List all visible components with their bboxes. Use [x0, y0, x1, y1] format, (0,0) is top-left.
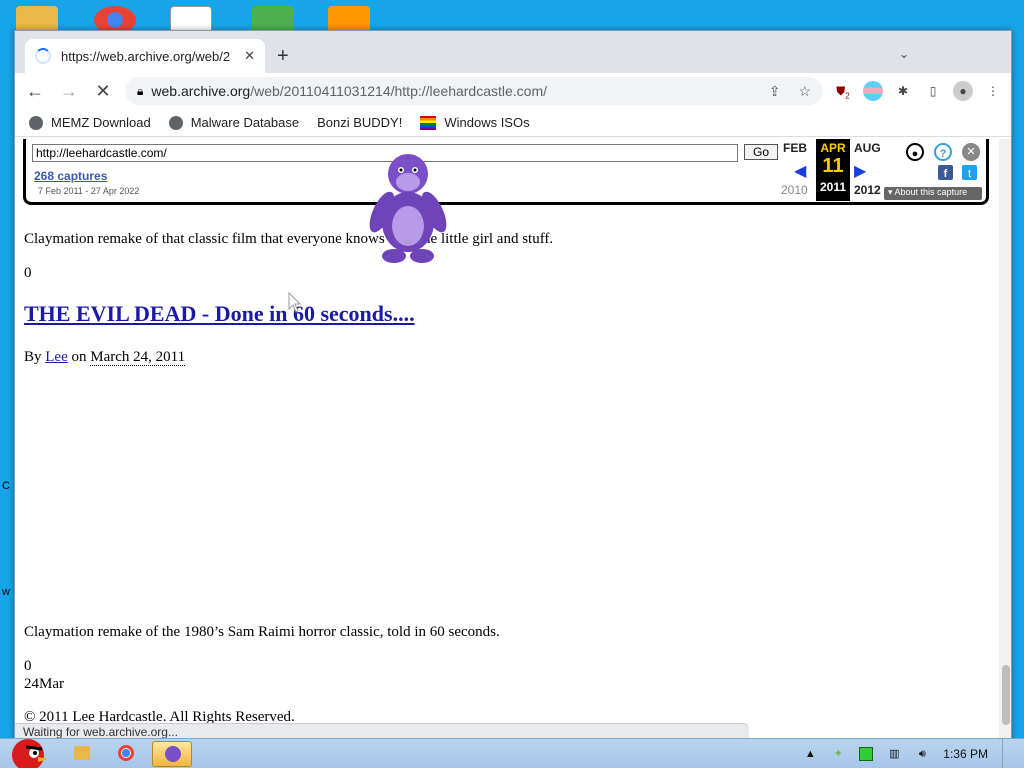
menu-kebab-icon[interactable]: ⋮	[983, 81, 1003, 101]
back-button[interactable]: ←	[23, 79, 47, 103]
rainbow-flag-icon	[420, 115, 437, 130]
start-button-angry-bird-icon[interactable]	[4, 731, 48, 768]
wayback-go-button[interactable]: Go	[744, 144, 778, 160]
twitter-icon[interactable]: t	[962, 165, 977, 180]
post-date-short: 24Mar	[24, 676, 64, 692]
taskbar: ▲ ✦ ▥ 🔊︎ 1:36 PM	[0, 738, 1024, 768]
prev-month-label[interactable]: FEB	[783, 141, 807, 155]
post-excerpt-1: Claymation remake of that classic film t…	[24, 231, 554, 247]
desktop-label-c: C	[2, 480, 10, 492]
bookmark-label: Bonzi BUDDY!	[317, 115, 403, 130]
stop-button[interactable]: ✕	[91, 79, 115, 103]
globe-icon	[168, 115, 183, 130]
puzzle-extensions-icon[interactable]: ✱	[893, 81, 913, 101]
bookmark-bonzi-buddy[interactable]: Bonzi BUDDY!	[317, 115, 463, 297]
bonzi-tray-icon[interactable]: ✦	[831, 747, 845, 761]
volume-icon[interactable]: 🔊︎	[915, 747, 929, 761]
show-desktop-button[interactable]	[1002, 739, 1012, 768]
address-bar[interactable]: 🔒︎ web.archive.org/web/20110411031214/ht…	[125, 77, 823, 105]
close-wayback-icon[interactable]: ✕	[962, 143, 980, 161]
url-domain: web.archive.org	[151, 83, 251, 99]
forward-button[interactable]: →	[57, 79, 81, 103]
current-month: APR	[820, 141, 846, 155]
ublock-extension-icon[interactable]: ⛊2	[833, 81, 853, 101]
comment-count-2: 0	[24, 658, 32, 674]
taskbar-bonzi-button[interactable]	[152, 741, 192, 767]
globe-icon	[29, 115, 43, 130]
capture-range: 7 Feb 2011 - 27 Apr 2022	[38, 186, 140, 196]
desktop-label-w: w	[2, 586, 10, 598]
share-icon[interactable]: ⇪	[769, 83, 781, 100]
bookmark-label: MEMZ Download	[51, 115, 151, 130]
chrome-icon	[118, 745, 134, 761]
facebook-icon[interactable]: f	[938, 165, 953, 180]
tab-strip: https://web.archive.org/web/2 ✕ + ⌄	[15, 31, 1011, 73]
wayback-toolbar: http://leehardcastle.com/ Go 268 capture…	[23, 139, 989, 205]
battery-icon[interactable]	[859, 747, 874, 761]
bonzi-buddy-character[interactable]	[368, 152, 448, 266]
tab-search-chevron-icon[interactable]: ⌄	[899, 47, 909, 61]
bookmark-memz[interactable]: MEMZ Download	[29, 115, 151, 130]
extension-badge: 2	[845, 91, 850, 101]
taskbar-chrome-button[interactable]	[106, 741, 146, 767]
profile-avatar-icon[interactable]: ●	[953, 81, 973, 101]
post-excerpt-2: Claymation remake of the 1980’s Sam Raim…	[24, 624, 500, 640]
author-link[interactable]: Lee	[45, 349, 67, 365]
bookmark-malware-database[interactable]: Malware Database	[168, 115, 300, 130]
folder-icon	[74, 746, 90, 760]
tab-active[interactable]: https://web.archive.org/web/2 ✕	[25, 39, 265, 73]
byline-on: on	[71, 349, 87, 365]
prev-capture-arrow-icon[interactable]: ◀	[794, 161, 806, 181]
post-date: March 24, 2011	[90, 349, 186, 366]
lock-icon[interactable]: 🔒︎	[137, 84, 143, 99]
show-hidden-icons-icon[interactable]: ▲	[803, 747, 817, 761]
trans-flag-extension-icon[interactable]	[863, 81, 883, 101]
next-year-label[interactable]: 2012	[854, 183, 881, 197]
mouse-cursor-icon	[288, 292, 302, 313]
about-capture-label: About this capture	[894, 187, 968, 197]
bookmarks-bar: MEMZ Download Malware Database Bonzi BUD…	[15, 109, 1011, 297]
next-month-label[interactable]: AUG	[854, 141, 881, 155]
system-tray: ▲ ✦ ▥ 🔊︎ 1:36 PM	[803, 739, 1024, 768]
bookmark-windows-isos[interactable]: Windows ISOs	[420, 115, 530, 130]
scroll-thumb[interactable]	[1002, 665, 1010, 725]
current-capture-date: APR 11 2011	[816, 139, 850, 201]
side-panel-icon[interactable]: ▯	[923, 81, 943, 101]
loading-spinner-icon	[35, 48, 51, 64]
new-tab-button[interactable]: +	[277, 45, 289, 68]
url-path: /web/20110411031214/http://leehardcastle…	[250, 83, 548, 99]
post-byline: By Lee on March 24, 2011	[24, 349, 186, 366]
about-capture-button[interactable]: ▾ About this capture	[884, 187, 982, 200]
bookmark-label: Windows ISOs	[444, 115, 530, 130]
page-scrollbar[interactable]	[999, 139, 1011, 741]
byline-by: By	[24, 349, 42, 365]
prev-year-label[interactable]: 2010	[781, 183, 808, 197]
bonzi-icon	[165, 746, 181, 762]
bookmark-label: Malware Database	[190, 115, 300, 130]
network-icon[interactable]: ▥	[887, 747, 901, 761]
taskbar-explorer-button[interactable]	[62, 741, 102, 767]
captures-link[interactable]: 268 captures	[34, 169, 107, 183]
browser-window: — ❐ ✕ https://web.archive.org/web/2 ✕ + …	[14, 30, 1012, 742]
tab-close-icon[interactable]: ✕	[244, 48, 255, 64]
help-icon[interactable]: ?	[934, 143, 952, 161]
next-capture-arrow-icon[interactable]: ▶	[854, 161, 866, 181]
user-account-icon[interactable]: ●	[906, 143, 924, 161]
clock[interactable]: 1:36 PM	[943, 747, 988, 761]
browser-toolbar: ← → ✕ 🔒︎ web.archive.org/web/20110411031…	[15, 73, 1011, 109]
current-day: 11	[822, 155, 844, 177]
comment-count-1: 0	[24, 265, 32, 281]
post-title-link[interactable]: THE EVIL DEAD - Done in 60 seconds....	[24, 301, 415, 327]
bookmark-star-icon[interactable]: ☆	[798, 83, 811, 100]
tab-title: https://web.archive.org/web/2	[61, 48, 231, 64]
current-year: 2011	[819, 180, 847, 194]
page-viewport: Claymation remake of that classic film t…	[15, 139, 1011, 741]
